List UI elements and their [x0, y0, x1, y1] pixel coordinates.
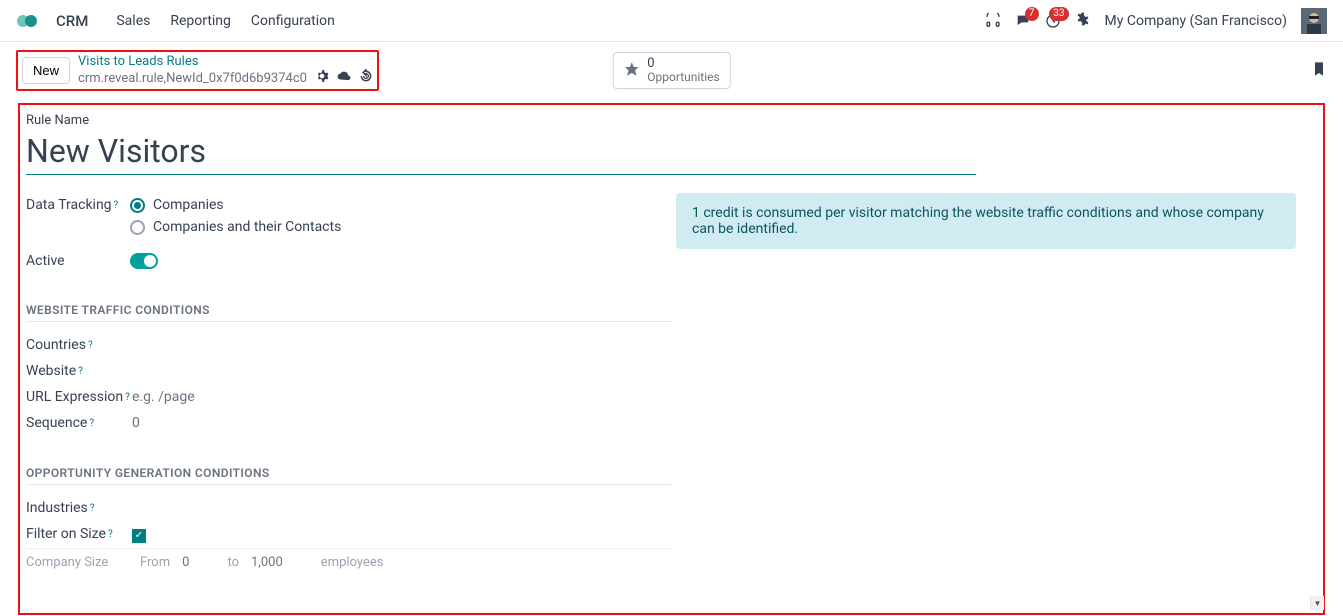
- nav-menu: Sales Reporting Configuration: [116, 13, 335, 29]
- form-view: Rule Name Data Tracking? Companies Compa…: [18, 103, 1325, 615]
- avatar[interactable]: [1301, 8, 1327, 34]
- radio-companies-contacts[interactable]: Companies and their Contacts: [130, 219, 651, 235]
- company-selector[interactable]: My Company (San Francisco): [1105, 13, 1287, 29]
- app-name[interactable]: CRM: [56, 12, 88, 30]
- debug-icon[interactable]: [1075, 11, 1091, 31]
- activities-icon[interactable]: 33: [1045, 13, 1061, 29]
- sequence-label: Sequence?: [26, 415, 132, 431]
- countries-label: Countries?: [26, 337, 132, 353]
- gear-icon[interactable]: [315, 69, 329, 87]
- discuss-badge: 7: [1025, 7, 1039, 21]
- info-banner: 1 credit is consumed per visitor matchin…: [676, 193, 1296, 249]
- discard-icon[interactable]: [359, 69, 373, 87]
- url-expression-input[interactable]: e.g. /page: [132, 389, 671, 405]
- control-panel: New Visits to Leads Rules crm.reveal.rul…: [0, 42, 1343, 103]
- nav-menu-sales[interactable]: Sales: [116, 13, 150, 29]
- url-expression-label: URL Expression?: [26, 389, 132, 405]
- size-from-input[interactable]: 0: [182, 555, 189, 570]
- section-website-traffic: WEBSITE TRAFFIC CONDITIONS: [26, 303, 671, 322]
- nav-menu-reporting[interactable]: Reporting: [170, 13, 231, 29]
- radio-dot-icon: [130, 220, 145, 235]
- navbar: CRM Sales Reporting Configuration 7 33 M…: [0, 0, 1343, 42]
- stat-value: 0: [647, 57, 719, 70]
- breadcrumb-current: crm.reveal.rule,NewId_0x7f0d6b9374c0: [78, 69, 373, 87]
- active-label: Active: [26, 253, 130, 269]
- section-opportunity: OPPORTUNITY GENERATION CONDITIONS: [26, 466, 671, 485]
- breadcrumb: Visits to Leads Rules crm.reveal.rule,Ne…: [78, 54, 373, 87]
- scroll-down-icon[interactable]: ▼: [1310, 596, 1324, 610]
- filter-size-label: Filter on Size?: [26, 526, 132, 542]
- sequence-input[interactable]: 0: [132, 415, 671, 431]
- app-logo-icon: [16, 12, 40, 30]
- website-label: Website?: [26, 363, 132, 379]
- breadcrumb-parent[interactable]: Visits to Leads Rules: [78, 54, 373, 69]
- voip-icon[interactable]: [985, 13, 1001, 29]
- bookmark-icon[interactable]: [1311, 65, 1327, 81]
- stat-opportunities[interactable]: 0 Opportunities: [612, 52, 730, 89]
- active-toggle[interactable]: [130, 253, 158, 269]
- star-icon: [623, 61, 639, 80]
- new-button[interactable]: New: [22, 57, 70, 84]
- discuss-icon[interactable]: 7: [1015, 13, 1031, 29]
- size-to-input[interactable]: 1,000: [251, 555, 283, 570]
- rule-name-input[interactable]: [26, 130, 976, 175]
- cloud-icon[interactable]: [337, 69, 351, 87]
- filter-size-checkbox[interactable]: ✓: [132, 529, 146, 543]
- radio-dot-icon: [130, 198, 145, 213]
- stat-label: Opportunities: [647, 70, 719, 84]
- breadcrumb-area: New Visits to Leads Rules crm.reveal.rul…: [16, 50, 379, 91]
- radio-companies[interactable]: Companies: [130, 197, 651, 213]
- industries-label: Industries?: [26, 500, 132, 516]
- activities-badge: 33: [1049, 7, 1068, 21]
- data-tracking-label: Data Tracking?: [26, 197, 130, 213]
- nav-menu-configuration[interactable]: Configuration: [251, 13, 335, 29]
- rule-name-label: Rule Name: [26, 113, 1296, 128]
- company-size-label: Company Size: [26, 555, 132, 570]
